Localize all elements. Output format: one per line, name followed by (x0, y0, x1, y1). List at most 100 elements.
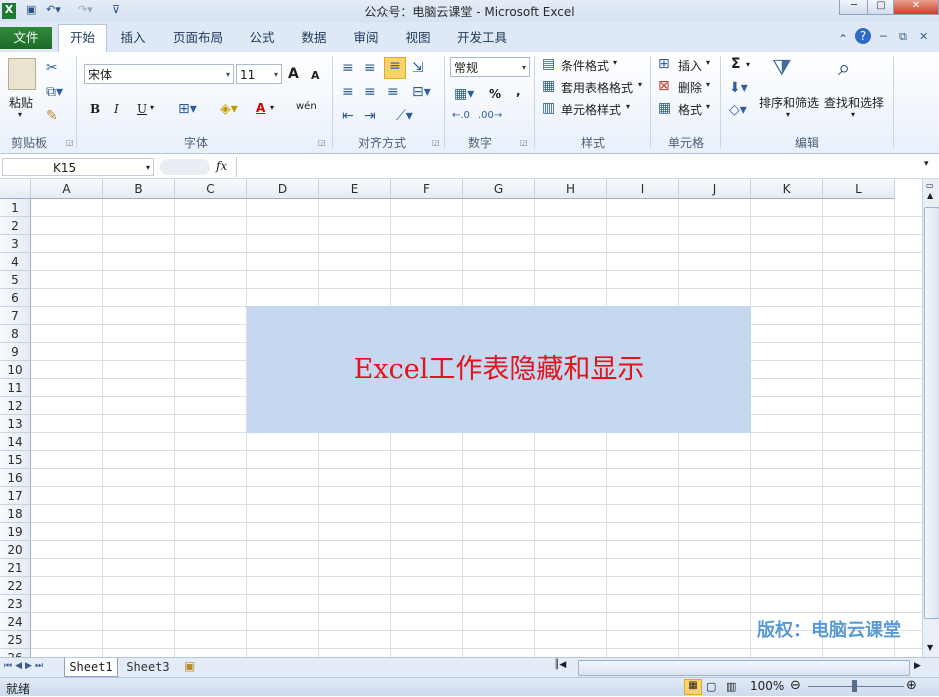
font-name-select[interactable]: 宋体 ▾ (84, 64, 234, 84)
conditional-format-icon[interactable]: ▤ (542, 56, 555, 72)
font-size-select[interactable]: 11 ▾ (236, 64, 282, 84)
row-header-9[interactable]: 9 (0, 343, 31, 361)
row-header-24[interactable]: 24 (0, 613, 31, 631)
chevron-down-icon[interactable]: ▾ (613, 58, 617, 67)
row-header-13[interactable]: 13 (0, 415, 31, 433)
zoom-level[interactable]: 100% (750, 679, 784, 693)
format-as-table-icon[interactable]: ▦ (542, 78, 555, 94)
insert-cells-icon[interactable]: ⊞ (658, 56, 670, 72)
zoom-in-icon[interactable]: ⊕ (906, 678, 917, 693)
tab-developer[interactable]: 开发工具 (452, 28, 512, 50)
scroll-down-icon[interactable]: ▼ (927, 643, 933, 652)
scroll-right-icon[interactable]: ▶ (914, 661, 921, 671)
sheet-nav-icon[interactable]: ⏮◀▶⏭ (4, 661, 46, 671)
zoom-slider-thumb[interactable] (852, 680, 857, 692)
font-color-button[interactable]: A (256, 101, 265, 115)
number-launcher-icon[interactable]: ◲ (520, 138, 528, 147)
close-button[interactable]: ✕ (893, 0, 939, 15)
fill-icon[interactable]: ⬇▾ (729, 80, 748, 96)
font-color-dropdown-icon[interactable]: ▾ (270, 103, 274, 112)
bold-button[interactable]: B (90, 102, 100, 116)
align-center-icon[interactable]: ≡ (364, 84, 376, 100)
page-break-view-icon[interactable]: ▥ (726, 680, 736, 693)
column-header-l[interactable]: L (823, 179, 895, 199)
format-cells-button[interactable]: 格式 (678, 101, 702, 118)
row-header-21[interactable]: 21 (0, 559, 31, 577)
chevron-down-icon[interactable]: ▾ (706, 58, 710, 67)
chevron-down-icon[interactable]: ▾ (626, 102, 630, 111)
row-header-26[interactable]: 26 (0, 649, 31, 657)
row-header-8[interactable]: 8 (0, 325, 31, 343)
help-icon[interactable]: ? (855, 28, 871, 44)
italic-button[interactable]: I (114, 102, 119, 116)
row-header-16[interactable]: 16 (0, 469, 31, 487)
tab-page-layout[interactable]: 页面布局 (166, 28, 230, 50)
row-header-6[interactable]: 6 (0, 289, 31, 307)
cell-styles-button[interactable]: 单元格样式 (561, 101, 621, 118)
row-header-2[interactable]: 2 (0, 217, 31, 235)
align-right-icon[interactable]: ≡ (387, 84, 399, 100)
tab-formulas[interactable]: 公式 (242, 28, 282, 50)
align-left-icon[interactable]: ≡ (342, 84, 354, 100)
sheet-tab-sheet1[interactable]: Sheet1 (64, 658, 118, 677)
tab-review[interactable]: 审阅 (346, 28, 386, 50)
tab-view[interactable]: 视图 (398, 28, 438, 50)
alignment-launcher-icon[interactable]: ◲ (432, 138, 440, 147)
row-header-19[interactable]: 19 (0, 523, 31, 541)
row-header-11[interactable]: 11 (0, 379, 31, 397)
column-header-e[interactable]: E (319, 179, 391, 199)
doc-minimize-icon[interactable]: ─ (880, 30, 887, 43)
accounting-format-icon[interactable]: ▦▾ (454, 86, 474, 102)
find-select-icon[interactable]: ⌕ (838, 56, 850, 81)
row-header-23[interactable]: 23 (0, 595, 31, 613)
orientation-icon[interactable]: ⟋▾ (396, 108, 413, 124)
borders-icon[interactable]: ⊞▾ (178, 101, 197, 117)
column-header-c[interactable]: C (175, 179, 247, 199)
chevron-down-icon[interactable]: ▾ (706, 80, 710, 89)
name-box[interactable]: K15 ▾ (2, 158, 154, 176)
expand-formula-icon[interactable]: ▾ (924, 159, 929, 169)
column-header-f[interactable]: F (391, 179, 463, 199)
find-select-button[interactable]: 查找和选择 (824, 94, 884, 111)
comma-button[interactable]: , (516, 84, 521, 98)
row-header-15[interactable]: 15 (0, 451, 31, 469)
increase-decimal-icon[interactable]: ←.0 (452, 110, 470, 121)
worksheet-grid[interactable]: ABCDEFGHIJKL 1 2 3 4 5 6 7 8 9 10 11 12 13 14 15 16 17 18… (0, 179, 922, 657)
increase-indent-icon[interactable]: ⇥ (364, 108, 376, 124)
row-header-1[interactable]: 1 (0, 199, 31, 217)
column-header-k[interactable]: K (751, 179, 823, 199)
format-painter-icon[interactable]: ✎ (46, 108, 58, 124)
row-header-10[interactable]: 10 (0, 361, 31, 379)
sort-filter-icon[interactable]: ⧩ (772, 56, 792, 81)
shrink-font-button[interactable]: A (311, 69, 320, 82)
row-header-14[interactable]: 14 (0, 433, 31, 451)
page-layout-view-icon[interactable]: ▢ (706, 680, 716, 693)
row-header-18[interactable]: 18 (0, 505, 31, 523)
merge-center-icon[interactable]: ⊟▾ (412, 84, 431, 100)
delete-cells-button[interactable]: 删除 (678, 79, 702, 96)
paste-button[interactable]: 粘贴 (9, 94, 33, 111)
copy-icon[interactable]: ⧉▾ (46, 84, 63, 100)
percent-button[interactable]: % (489, 87, 501, 101)
column-header-h[interactable]: H (535, 179, 607, 199)
sheet-tab-sheet3[interactable]: Sheet3 (122, 658, 174, 676)
horizontal-scroll-thumb[interactable] (578, 660, 910, 676)
align-top-icon[interactable]: ≡ (342, 60, 354, 76)
column-header-d[interactable]: D (247, 179, 319, 199)
column-header-g[interactable]: G (463, 179, 535, 199)
decrease-indent-icon[interactable]: ⇤ (342, 108, 354, 124)
cell-styles-icon[interactable]: ▥ (542, 100, 555, 116)
paste-icon[interactable] (8, 58, 36, 90)
wrap-text-icon[interactable]: ⇲ (412, 60, 424, 76)
align-bottom-icon[interactable]: ≡ (384, 57, 406, 79)
fill-color-icon[interactable]: ◈▾ (220, 101, 238, 117)
row-header-20[interactable]: 20 (0, 541, 31, 559)
formula-input[interactable] (236, 157, 923, 177)
maximize-button[interactable]: □ (867, 0, 895, 15)
font-launcher-icon[interactable]: ◲ (318, 138, 326, 147)
column-header-a[interactable]: A (31, 179, 103, 199)
doc-restore-icon[interactable]: ⧉ (899, 30, 907, 44)
chevron-down-icon[interactable]: ▾ (851, 110, 855, 119)
clipboard-launcher-icon[interactable]: ◲ (66, 138, 74, 147)
tab-home[interactable]: 开始 (58, 24, 107, 53)
